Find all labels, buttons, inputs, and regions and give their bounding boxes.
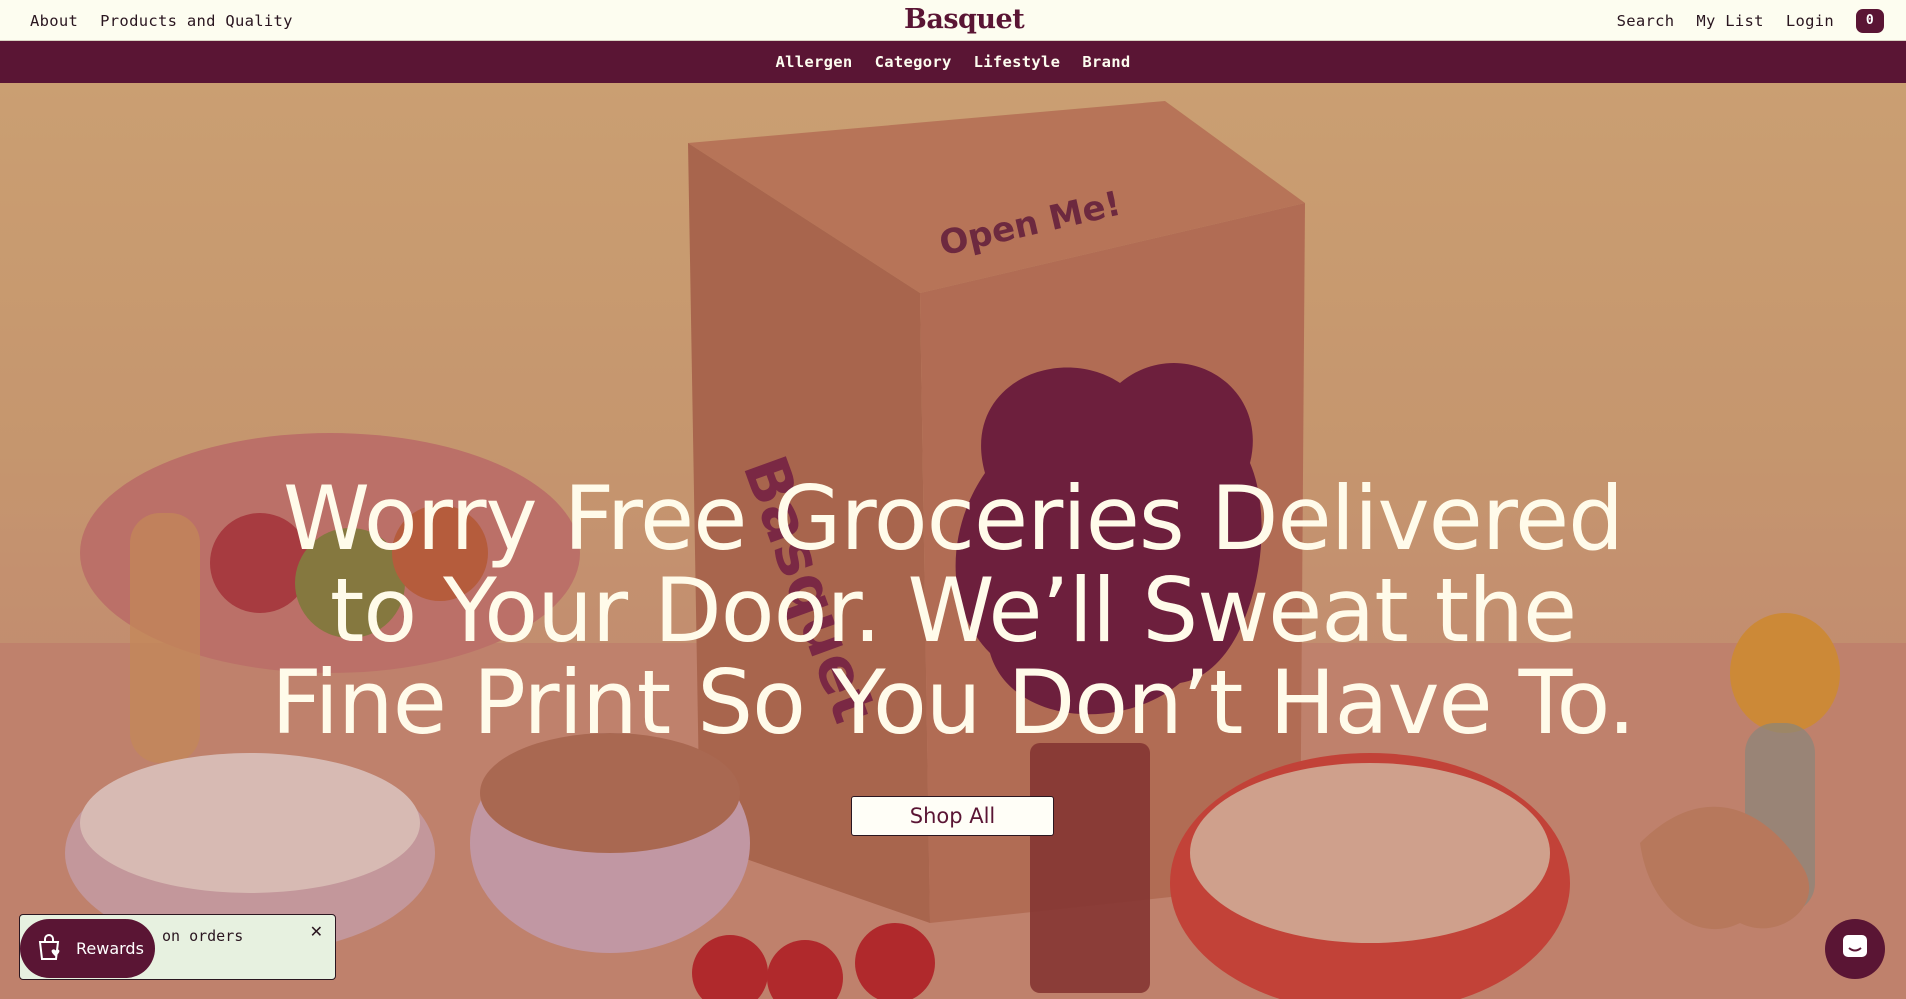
- top-bar: About Products and Quality Basquet Searc…: [0, 0, 1906, 41]
- chat-icon: [1840, 932, 1870, 966]
- category-nav: Allergen Category Lifestyle Brand: [0, 41, 1906, 83]
- hero-section: Open Me! Basquet Worry Free Groceries De…: [0, 83, 1906, 999]
- top-left-nav: About Products and Quality: [30, 0, 293, 41]
- nav-about-link[interactable]: About: [30, 12, 78, 30]
- nav-allergen[interactable]: Allergen: [776, 53, 853, 71]
- login-link[interactable]: Login: [1786, 12, 1834, 30]
- search-link[interactable]: Search: [1617, 12, 1675, 30]
- shop-all-button[interactable]: Shop All: [851, 796, 1054, 836]
- chat-launcher-button[interactable]: [1825, 919, 1885, 979]
- my-list-link[interactable]: My List: [1696, 12, 1763, 30]
- rewards-launcher-button[interactable]: Rewards: [20, 919, 155, 978]
- nav-brand[interactable]: Brand: [1082, 53, 1130, 71]
- rewards-popup-message: on orders: [162, 927, 244, 945]
- close-icon[interactable]: ✕: [310, 922, 323, 941]
- nav-products-quality-link[interactable]: Products and Quality: [100, 12, 293, 30]
- site-logo[interactable]: Basquet: [904, 4, 1025, 35]
- nav-lifestyle[interactable]: Lifestyle: [974, 53, 1061, 71]
- rewards-button-label: Rewards: [76, 939, 144, 958]
- cart-count-badge[interactable]: 0: [1856, 8, 1884, 33]
- top-right-nav: Search My List Login 0: [1617, 0, 1884, 41]
- hero-title: Worry Free Groceries Delivered to Your D…: [271, 467, 1635, 754]
- nav-category[interactable]: Category: [875, 53, 952, 71]
- shopping-bag-heart-icon: [34, 932, 64, 966]
